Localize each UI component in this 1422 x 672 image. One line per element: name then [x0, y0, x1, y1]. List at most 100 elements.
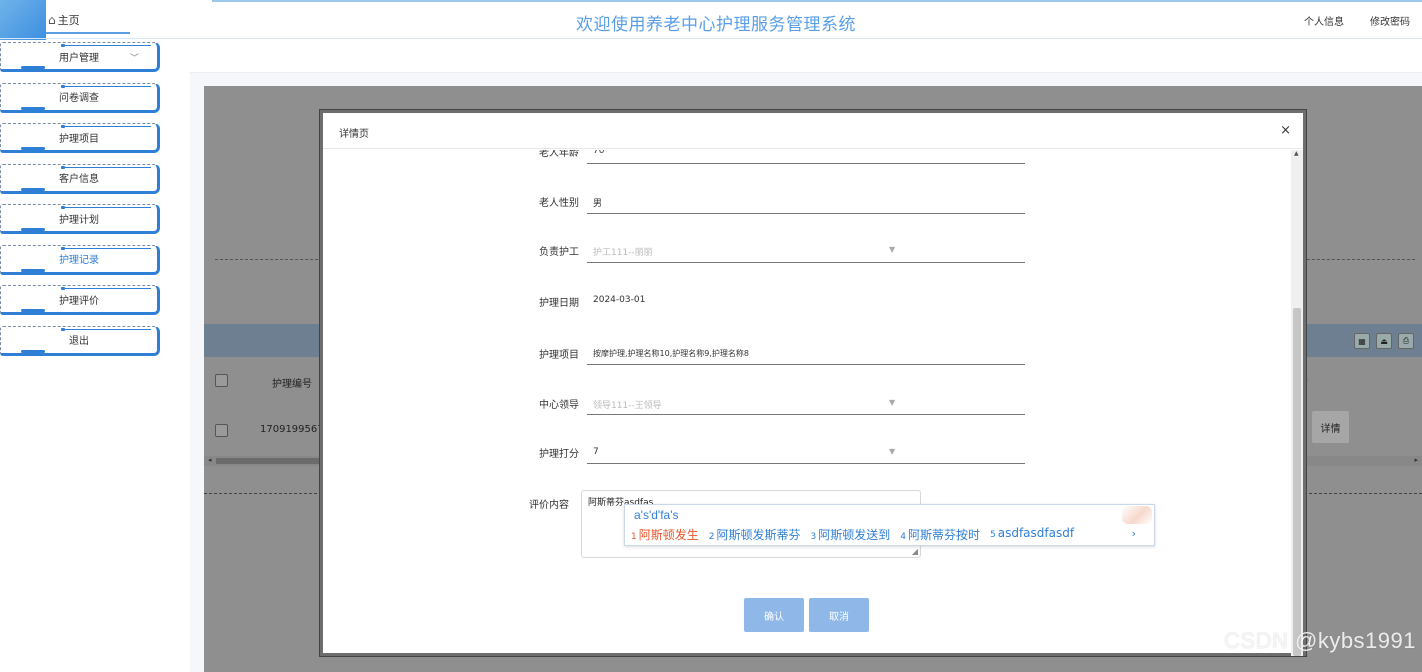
field-value-caregiver[interactable]: 护工111--丽丽	[593, 245, 653, 258]
menu-decor	[61, 207, 151, 208]
scrollbar-thumb[interactable]	[216, 458, 326, 464]
sidebar-item-label: 护理记录	[59, 255, 99, 266]
field-label-gender: 老人性别	[539, 198, 579, 209]
menu-decor	[21, 187, 45, 191]
sidebar-item-label: 护理计划	[59, 214, 99, 226]
ime-candidate[interactable]: 3 阿斯顿发送到	[811, 526, 891, 543]
ime-candidate[interactable]: 2 阿斯顿发斯蒂芬	[709, 526, 801, 543]
candidate-number: 3	[810, 532, 817, 542]
export-icon[interactable]: ⏏	[1376, 333, 1392, 349]
detail-dialog: 详情页 × 老人年龄 70 老人性别 男 负责护工 护工111--丽丽 ▼ 护理…	[320, 110, 1306, 656]
ime-candidates: 1 阿斯顿发生 2 阿斯顿发斯蒂芬 3 阿斯顿发送到 4 阿斯蒂芬按时 5 asdfasd…	[631, 526, 1074, 543]
dialog-body: 老人年龄 70 老人性别 男 负责护工 护工111--丽丽 ▼ 护理日期 202…	[323, 150, 1303, 656]
ime-candidate-window: a's'd'fa's 1 阿斯顿发生 2 阿斯顿发斯蒂芬 3 阿斯顿发送到 4 阿斯蒂芬…	[624, 504, 1155, 546]
menu-decor	[21, 309, 45, 312]
field-label-age: 老人年龄	[539, 150, 579, 159]
sidebar-item-survey[interactable]: 问卷调查	[0, 82, 160, 113]
change-password-link[interactable]: 修改密码	[1370, 13, 1410, 28]
sidebar: 用户管理 ﹀ 问卷调查 护理项目 客户信息 护理计划 护理记录 护理评价 退出	[0, 42, 162, 366]
scroll-up-icon[interactable]: ▲	[1294, 150, 1299, 157]
top-links: 个人信息 修改密码	[1304, 13, 1410, 28]
sidebar-item-care-records[interactable]: 护理记录	[0, 244, 160, 275]
chevron-down-icon[interactable]: ▼	[889, 245, 895, 254]
menu-decor	[61, 328, 151, 330]
sidebar-item-logout[interactable]: 退出	[0, 325, 160, 356]
confirm-button[interactable]: 确认	[744, 598, 804, 632]
vertical-scrollbar[interactable]: ▲	[1291, 150, 1303, 656]
menu-decor	[61, 45, 151, 46]
menu-decor	[21, 106, 45, 110]
dialog-header: 详情页 ×	[323, 113, 1303, 149]
field-label-evaluation: 评价内容	[529, 500, 569, 511]
menu-decor	[61, 166, 151, 168]
menu-decor	[21, 147, 45, 150]
header-divider	[0, 38, 1422, 39]
field-underline	[587, 213, 1025, 214]
chevron-down-icon[interactable]: ▼	[889, 447, 895, 456]
chevron-right-icon[interactable]: ›	[1132, 527, 1136, 540]
chevron-down-icon[interactable]: ▼	[889, 398, 895, 407]
scroll-left-icon[interactable]: ◂	[208, 456, 212, 464]
scrollbar-thumb[interactable]	[1293, 308, 1301, 656]
column-header: 护理编号	[272, 379, 312, 390]
chevron-down-icon: ﹀	[129, 54, 139, 64]
dialog-title: 详情页	[339, 129, 369, 140]
detail-button[interactable]: 详情	[1312, 411, 1349, 443]
sidebar-item-label: 护理项目	[59, 133, 99, 145]
candidate-number: 5	[990, 530, 996, 540]
menu-decor	[61, 247, 151, 249]
ime-candidate[interactable]: 5 asdfasdfasdf	[990, 526, 1074, 543]
ime-candidate[interactable]: 4 阿斯蒂芬按时	[900, 526, 980, 543]
candidate-number: 2	[708, 532, 715, 542]
candidate-text: 阿斯蒂芬按时	[907, 528, 980, 542]
top-decor-line	[212, 0, 1422, 2]
sidebar-item-label: 问卷调查	[59, 93, 99, 104]
home-tab-label: 主页	[57, 14, 80, 27]
sidebar-item-customer-info[interactable]: 客户信息	[0, 163, 160, 194]
logo-block	[0, 0, 46, 40]
candidate-text: 阿斯顿发送到	[818, 528, 891, 542]
menu-decor	[21, 349, 45, 353]
field-label-care-date: 护理日期	[539, 298, 579, 309]
field-value-gender[interactable]: 男	[593, 196, 602, 209]
top-bar: ⌂ 主页 欢迎使用养老中心护理服务管理系统 个人信息 修改密码	[0, 0, 1422, 40]
profile-link[interactable]: 个人信息	[1304, 13, 1344, 28]
close-icon[interactable]: ×	[1280, 123, 1291, 138]
select-all-checkbox[interactable]	[215, 374, 228, 387]
scroll-right-icon[interactable]: ▸	[1414, 456, 1418, 464]
field-value-age: 70	[593, 150, 605, 156]
sidebar-item-label: 客户信息	[59, 174, 99, 185]
sidebar-item-care-projects[interactable]: 护理项目	[0, 123, 160, 153]
field-label-care-items: 护理项目	[539, 350, 579, 361]
watermark: CSDN @kybs1991	[1224, 628, 1416, 653]
sidebar-item-label: 退出	[69, 336, 89, 347]
candidate-text: asdfasdfasdf	[997, 526, 1075, 540]
print-icon[interactable]: ⎙	[1398, 333, 1414, 349]
page-title: 欢迎使用养老中心护理服务管理系统	[576, 15, 856, 35]
field-label-score: 护理打分	[539, 449, 579, 460]
resize-grip-icon[interactable]: ◢	[912, 547, 918, 556]
sidebar-item-label: 用户管理	[59, 52, 99, 64]
home-tab[interactable]: ⌂ 主页	[46, 8, 130, 34]
menu-decor	[21, 228, 45, 231]
sidebar-item-label: 护理评价	[59, 295, 99, 307]
menu-decor	[21, 66, 45, 69]
candidate-text: 阿斯顿发斯蒂芬	[716, 528, 801, 542]
sidebar-item-care-plan[interactable]: 护理计划	[0, 204, 160, 234]
cancel-button[interactable]: 取消	[809, 598, 869, 632]
sidebar-item-care-evaluation[interactable]: 护理评价	[0, 285, 160, 315]
field-underline	[587, 463, 1025, 464]
field-value-score[interactable]: 7	[593, 447, 599, 457]
columns-icon[interactable]: ▦	[1354, 333, 1370, 349]
home-icon: ⌂	[48, 13, 56, 27]
ime-candidate[interactable]: 1 阿斯顿发生	[631, 526, 699, 543]
sidebar-item-user-management[interactable]: 用户管理 ﹀	[0, 42, 160, 72]
field-value-leader[interactable]: 领导111--王领导	[593, 398, 662, 411]
field-underline	[587, 262, 1025, 263]
table-tools: ▦ ⏏ ⎙	[1354, 333, 1414, 349]
field-underline	[587, 414, 1025, 415]
field-underline	[587, 163, 1025, 164]
field-value-care-date[interactable]: 2024-03-01	[593, 295, 645, 305]
field-value-care-items[interactable]: 按摩护理,护理名称10,护理名称9,护理名称8	[593, 348, 749, 359]
row-checkbox[interactable]	[215, 424, 228, 437]
